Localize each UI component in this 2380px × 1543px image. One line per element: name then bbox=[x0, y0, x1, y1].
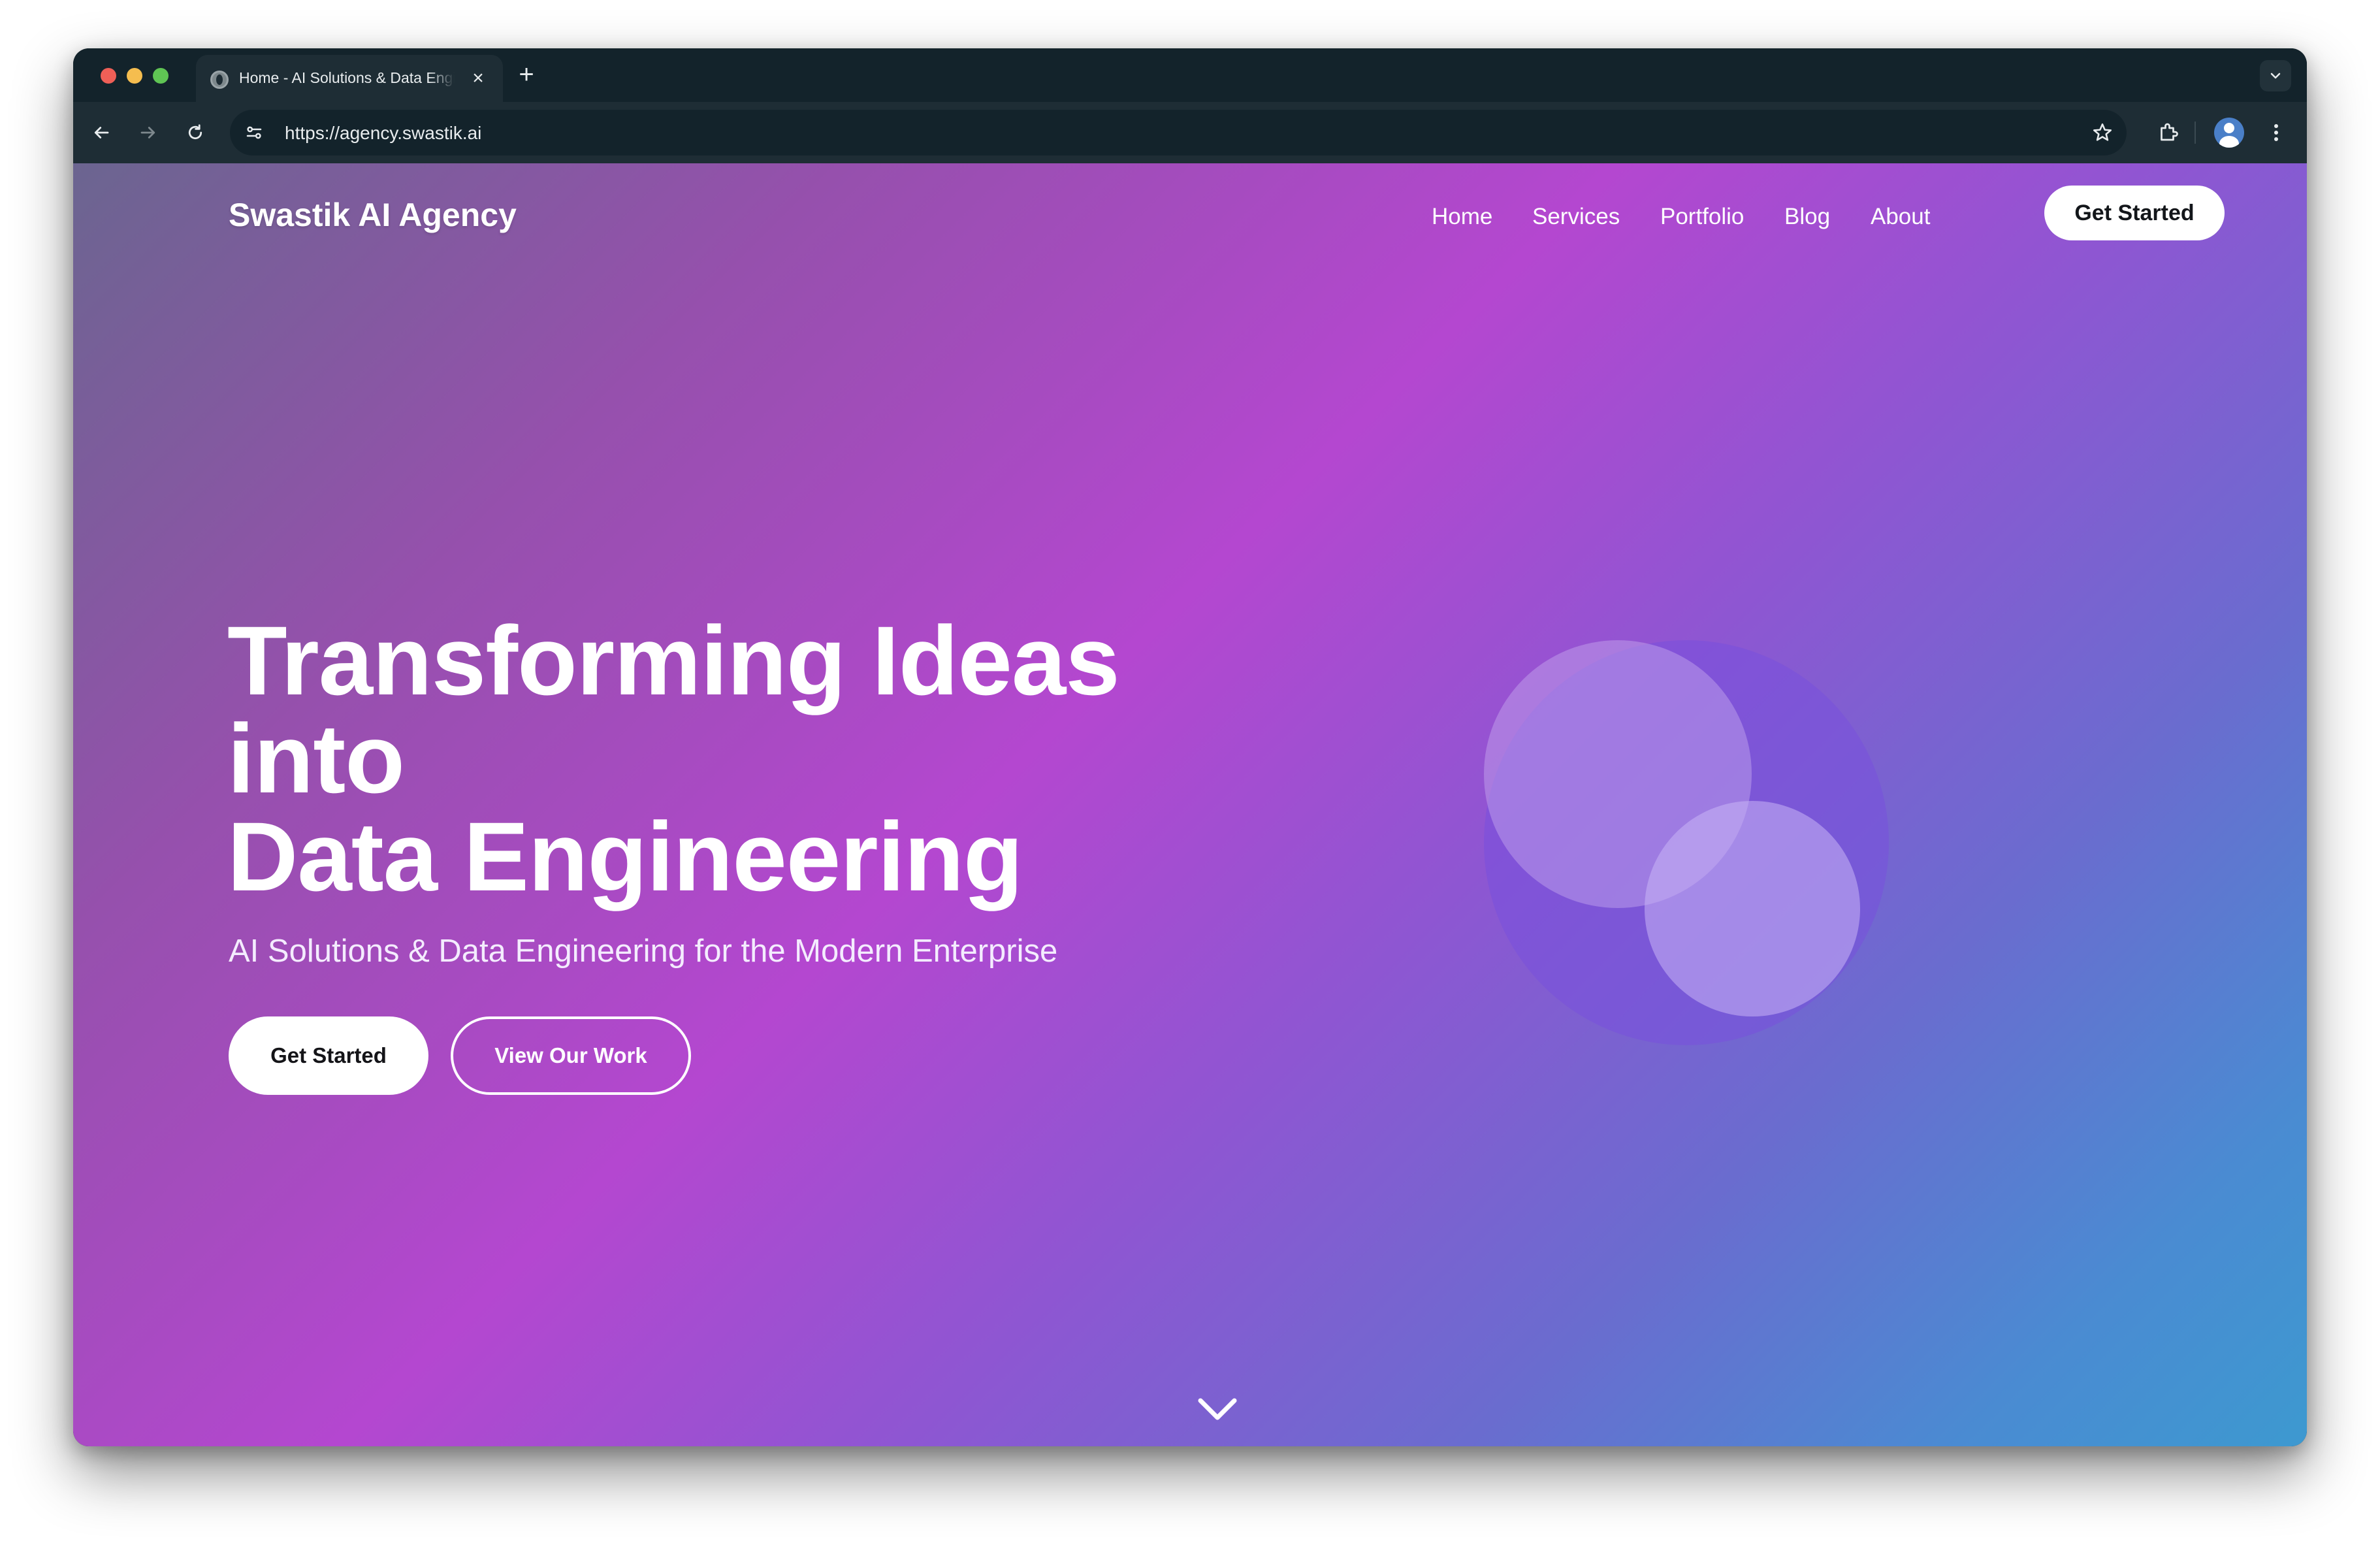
tab-search-button[interactable] bbox=[2260, 60, 2291, 91]
hero-title-line-1: Transforming Ideas bbox=[227, 606, 1120, 715]
back-arrow-icon bbox=[94, 127, 109, 138]
chevron-down-icon bbox=[2270, 73, 2281, 79]
back-button[interactable] bbox=[86, 118, 116, 148]
hero-title: Transforming Ideas into Data Engineering bbox=[227, 611, 1338, 905]
nav-link-blog[interactable]: Blog bbox=[1784, 204, 1830, 230]
address-bar[interactable]: https://agency.swastik.ai bbox=[230, 110, 2127, 155]
profile-avatar-icon[interactable] bbox=[2214, 118, 2244, 148]
page-viewport: Swastik AI Agency Home Services Portfoli… bbox=[73, 163, 2307, 1446]
browser-tab-active[interactable]: Home - AI Solutions & Data Engineering × bbox=[196, 55, 503, 102]
close-window-button[interactable] bbox=[101, 68, 116, 84]
url-text[interactable]: https://agency.swastik.ai bbox=[285, 123, 481, 144]
globe-icon bbox=[210, 71, 229, 89]
illustration-circle-bottom bbox=[1645, 801, 1860, 1016]
toolbar-divider bbox=[2195, 122, 2196, 144]
reload-icon bbox=[188, 124, 202, 140]
nav-get-started-button[interactable]: Get Started bbox=[2044, 186, 2225, 240]
plus-icon[interactable]: + bbox=[512, 61, 541, 90]
star-icon bbox=[2093, 123, 2112, 141]
more-vert-icon[interactable] bbox=[2261, 118, 2291, 148]
browser-toolbar: https://agency.swastik.ai bbox=[73, 102, 2307, 163]
scroll-down-chevron-icon bbox=[1198, 1398, 1237, 1420]
close-icon[interactable]: × bbox=[465, 65, 491, 91]
site-settings-button[interactable] bbox=[240, 119, 268, 146]
nav-link-home[interactable]: Home bbox=[1432, 204, 1492, 230]
reload-button[interactable] bbox=[180, 118, 210, 148]
hero-title-line-3: Data Engineering bbox=[227, 802, 1023, 911]
nav-link-about[interactable]: About bbox=[1871, 204, 1930, 230]
view-our-work-button[interactable]: View Our Work bbox=[451, 1016, 691, 1095]
browser-window: Home - AI Solutions & Data Engineering ×… bbox=[73, 48, 2307, 1446]
site-settings-icon bbox=[246, 126, 262, 139]
scroll-down-button[interactable] bbox=[1191, 1390, 1244, 1429]
minimize-window-button[interactable] bbox=[127, 68, 142, 84]
nav-link-services[interactable]: Services bbox=[1532, 204, 1620, 230]
tab-bar: Home - AI Solutions & Data Engineering ×… bbox=[73, 48, 2307, 102]
nav-link-portfolio[interactable]: Portfolio bbox=[1660, 204, 1744, 230]
extensions-button[interactable] bbox=[2153, 116, 2184, 148]
tab-title: Home - AI Solutions & Data Engineering bbox=[239, 69, 455, 86]
bookmark-button[interactable] bbox=[2089, 119, 2116, 146]
site-logo[interactable]: Swastik AI Agency bbox=[229, 196, 517, 234]
hero-subtitle: AI Solutions & Data Engineering for the … bbox=[229, 934, 1058, 969]
hero-illustration bbox=[1484, 640, 1889, 1045]
hero-title-line-2: into bbox=[227, 704, 405, 813]
hero-get-started-button[interactable]: Get Started bbox=[229, 1016, 428, 1095]
forward-button[interactable] bbox=[133, 118, 163, 148]
extensions-icon bbox=[2161, 123, 2178, 141]
forward-arrow-icon bbox=[140, 127, 155, 138]
maximize-window-button[interactable] bbox=[153, 68, 169, 84]
